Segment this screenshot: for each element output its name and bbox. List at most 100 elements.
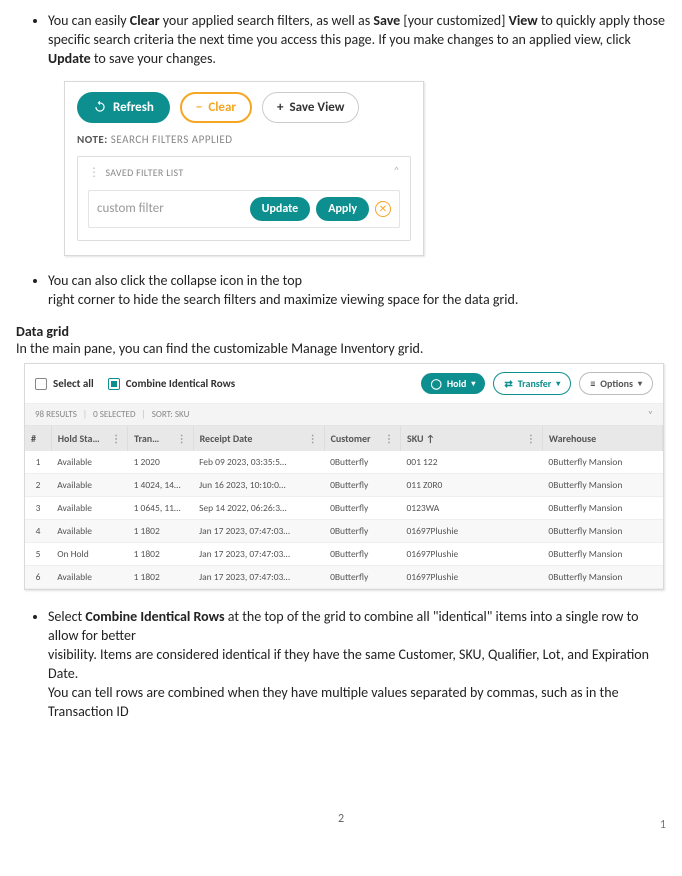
- chevron-up-icon: ˄: [393, 165, 400, 179]
- transfer-button[interactable]: ⇄ Transfer ▾: [493, 372, 571, 395]
- sort-value: SKU: [175, 409, 189, 420]
- results-count: 98 RESULTS: [35, 409, 77, 420]
- text: [your customized]: [400, 12, 508, 29]
- col-sku[interactable]: SKU ↑⋮: [400, 426, 542, 451]
- section-sub: In the main pane, you can find the custo…: [16, 340, 666, 357]
- hold-label: Hold: [447, 377, 467, 390]
- cell-warehouse: 0Butterfly Mansion: [542, 566, 662, 589]
- cell-customer: 0Butterfly: [324, 520, 400, 543]
- cell-tran: 1 1802: [128, 520, 193, 543]
- table-row[interactable]: 4Available1 1802Jan 17 2023, 07:47:03…0B…: [25, 520, 663, 543]
- data-table: # Hold Sta…⋮ Tran…⋮ Receipt Date⋮ Custom…: [25, 426, 663, 589]
- cell-date: Jan 17 2023, 07:47:03…: [193, 543, 324, 566]
- saved-filter-header[interactable]: ⋮ SAVED FILTER LIST ˄: [88, 165, 400, 180]
- note-text: SEARCH FILTERS APPLIED: [111, 133, 233, 146]
- cell-tran: 1 4024, 14…: [128, 474, 193, 497]
- refresh-button[interactable]: Refresh: [77, 92, 170, 123]
- update-button[interactable]: Update: [250, 197, 311, 221]
- col-customer[interactable]: Customer⋮: [324, 426, 400, 451]
- page-number-center: 2: [338, 812, 344, 826]
- filter-name-input[interactable]: custom filter: [97, 201, 244, 216]
- grid-toolbar: Select all Combine Identical Rows ◯ Hold…: [25, 364, 663, 404]
- cell-sku: 01697Plushie: [400, 566, 542, 589]
- cell-hold: Available: [51, 497, 127, 520]
- table-row[interactable]: 1Available1 2020Feb 09 2023, 03:35:5…0Bu…: [25, 451, 663, 474]
- save-view-button[interactable]: + Save View: [262, 92, 359, 123]
- text: visibility. Items are considered identic…: [48, 646, 649, 682]
- col-menu-icon: ⋮: [308, 432, 318, 445]
- filters-applied-note: NOTE: SEARCH FILTERS APPLIED: [77, 133, 411, 146]
- apply-button[interactable]: Apply: [316, 197, 369, 221]
- grid-meta-bar: 98 RESULTS | 0 SELECTED | SORT: SKU ˅: [25, 404, 663, 426]
- cell-date: Sep 14 2022, 06:26:3…: [193, 497, 324, 520]
- cell-idx: 4: [25, 520, 51, 543]
- cell-idx: 3: [25, 497, 51, 520]
- table-row[interactable]: 3Available1 0645, 11…Sep 14 2022, 06:26:…: [25, 497, 663, 520]
- cell-idx: 6: [25, 566, 51, 589]
- text: You can also click the collapse icon in …: [48, 272, 302, 289]
- table-row[interactable]: 2Available1 4024, 14…Jun 16 2023, 10:10:…: [25, 474, 663, 497]
- plus-icon: +: [277, 100, 283, 115]
- cell-tran: 1 1802: [128, 543, 193, 566]
- kw-update: Update: [48, 50, 91, 67]
- cell-warehouse: 0Butterfly Mansion: [542, 543, 662, 566]
- separator: |: [142, 409, 146, 420]
- kw-view: View: [509, 12, 538, 29]
- col-idx[interactable]: #: [25, 426, 51, 451]
- kw-combine: Combine Identical Rows: [85, 608, 224, 625]
- caret-down-icon: ▾: [471, 379, 475, 389]
- page-number-right: 1: [660, 818, 666, 832]
- options-label: Options: [600, 377, 633, 390]
- note-label: NOTE:: [77, 133, 108, 146]
- hold-icon: ◯: [431, 377, 442, 390]
- table-row[interactable]: 6Available1 1802Jan 17 2023, 07:47:03…0B…: [25, 566, 663, 589]
- cell-date: Jun 16 2023, 10:10:0…: [193, 474, 324, 497]
- col-menu-icon: ⋮: [177, 432, 187, 445]
- minus-icon: −: [196, 100, 202, 115]
- cell-idx: 1: [25, 451, 51, 474]
- col-transaction[interactable]: Tran…⋮: [128, 426, 193, 451]
- transfer-icon: ⇄: [504, 377, 512, 390]
- cell-hold: Available: [51, 474, 127, 497]
- cell-sku: 011 Z0R0: [400, 474, 542, 497]
- caret-down-icon: ▾: [556, 379, 560, 389]
- table-row[interactable]: 5On Hold1 1802Jan 17 2023, 07:47:03…0But…: [25, 543, 663, 566]
- col-menu-icon: ⋮: [384, 432, 394, 445]
- sort-label: SORT:: [152, 409, 173, 420]
- col-hold-status[interactable]: Hold Sta…⋮: [51, 426, 127, 451]
- select-all-control[interactable]: Select all: [35, 377, 94, 390]
- page-footer: 2 1: [16, 812, 666, 826]
- refresh-label: Refresh: [113, 100, 154, 115]
- kw-clear: Clear: [130, 12, 160, 29]
- hold-button[interactable]: ◯ Hold ▾: [421, 373, 486, 394]
- cell-customer: 0Butterfly: [324, 543, 400, 566]
- saved-filter-row: custom filter Update Apply ✕: [88, 190, 400, 228]
- saved-filter-title: SAVED FILTER LIST: [105, 166, 183, 179]
- options-button[interactable]: ≡ Options ▾: [579, 372, 653, 395]
- checkbox-checked-icon: [108, 378, 120, 390]
- clear-label: Clear: [208, 100, 236, 115]
- cell-tran: 1 2020: [128, 451, 193, 474]
- cell-tran: 1 1802: [128, 566, 193, 589]
- text: your applied search filters, as well as: [160, 12, 374, 29]
- inventory-grid: Select all Combine Identical Rows ◯ Hold…: [24, 363, 664, 590]
- text: You can easily: [48, 12, 130, 29]
- clear-button[interactable]: − Clear: [180, 92, 252, 123]
- col-receipt-date[interactable]: Receipt Date⋮: [193, 426, 324, 451]
- delete-filter-button[interactable]: ✕: [375, 201, 391, 217]
- col-warehouse[interactable]: Warehouse: [542, 426, 662, 451]
- save-view-label: Save View: [290, 100, 345, 115]
- collapse-meta-icon[interactable]: ˅: [648, 408, 653, 421]
- combine-rows-control[interactable]: Combine Identical Rows: [108, 377, 235, 390]
- cell-tran: 1 0645, 11…: [128, 497, 193, 520]
- text: Select: [48, 608, 85, 625]
- refresh-icon: [93, 100, 107, 114]
- bullet-combine-rows: Select Combine Identical Rows at the top…: [48, 608, 666, 721]
- cell-sku: 0123WA: [400, 497, 542, 520]
- cell-sku: 01697Plushie: [400, 520, 542, 543]
- cell-warehouse: 0Butterfly Mansion: [542, 451, 662, 474]
- cell-idx: 2: [25, 474, 51, 497]
- separator: |: [83, 409, 87, 420]
- grip-icon: ⋮: [88, 166, 100, 180]
- cell-customer: 0Butterfly: [324, 451, 400, 474]
